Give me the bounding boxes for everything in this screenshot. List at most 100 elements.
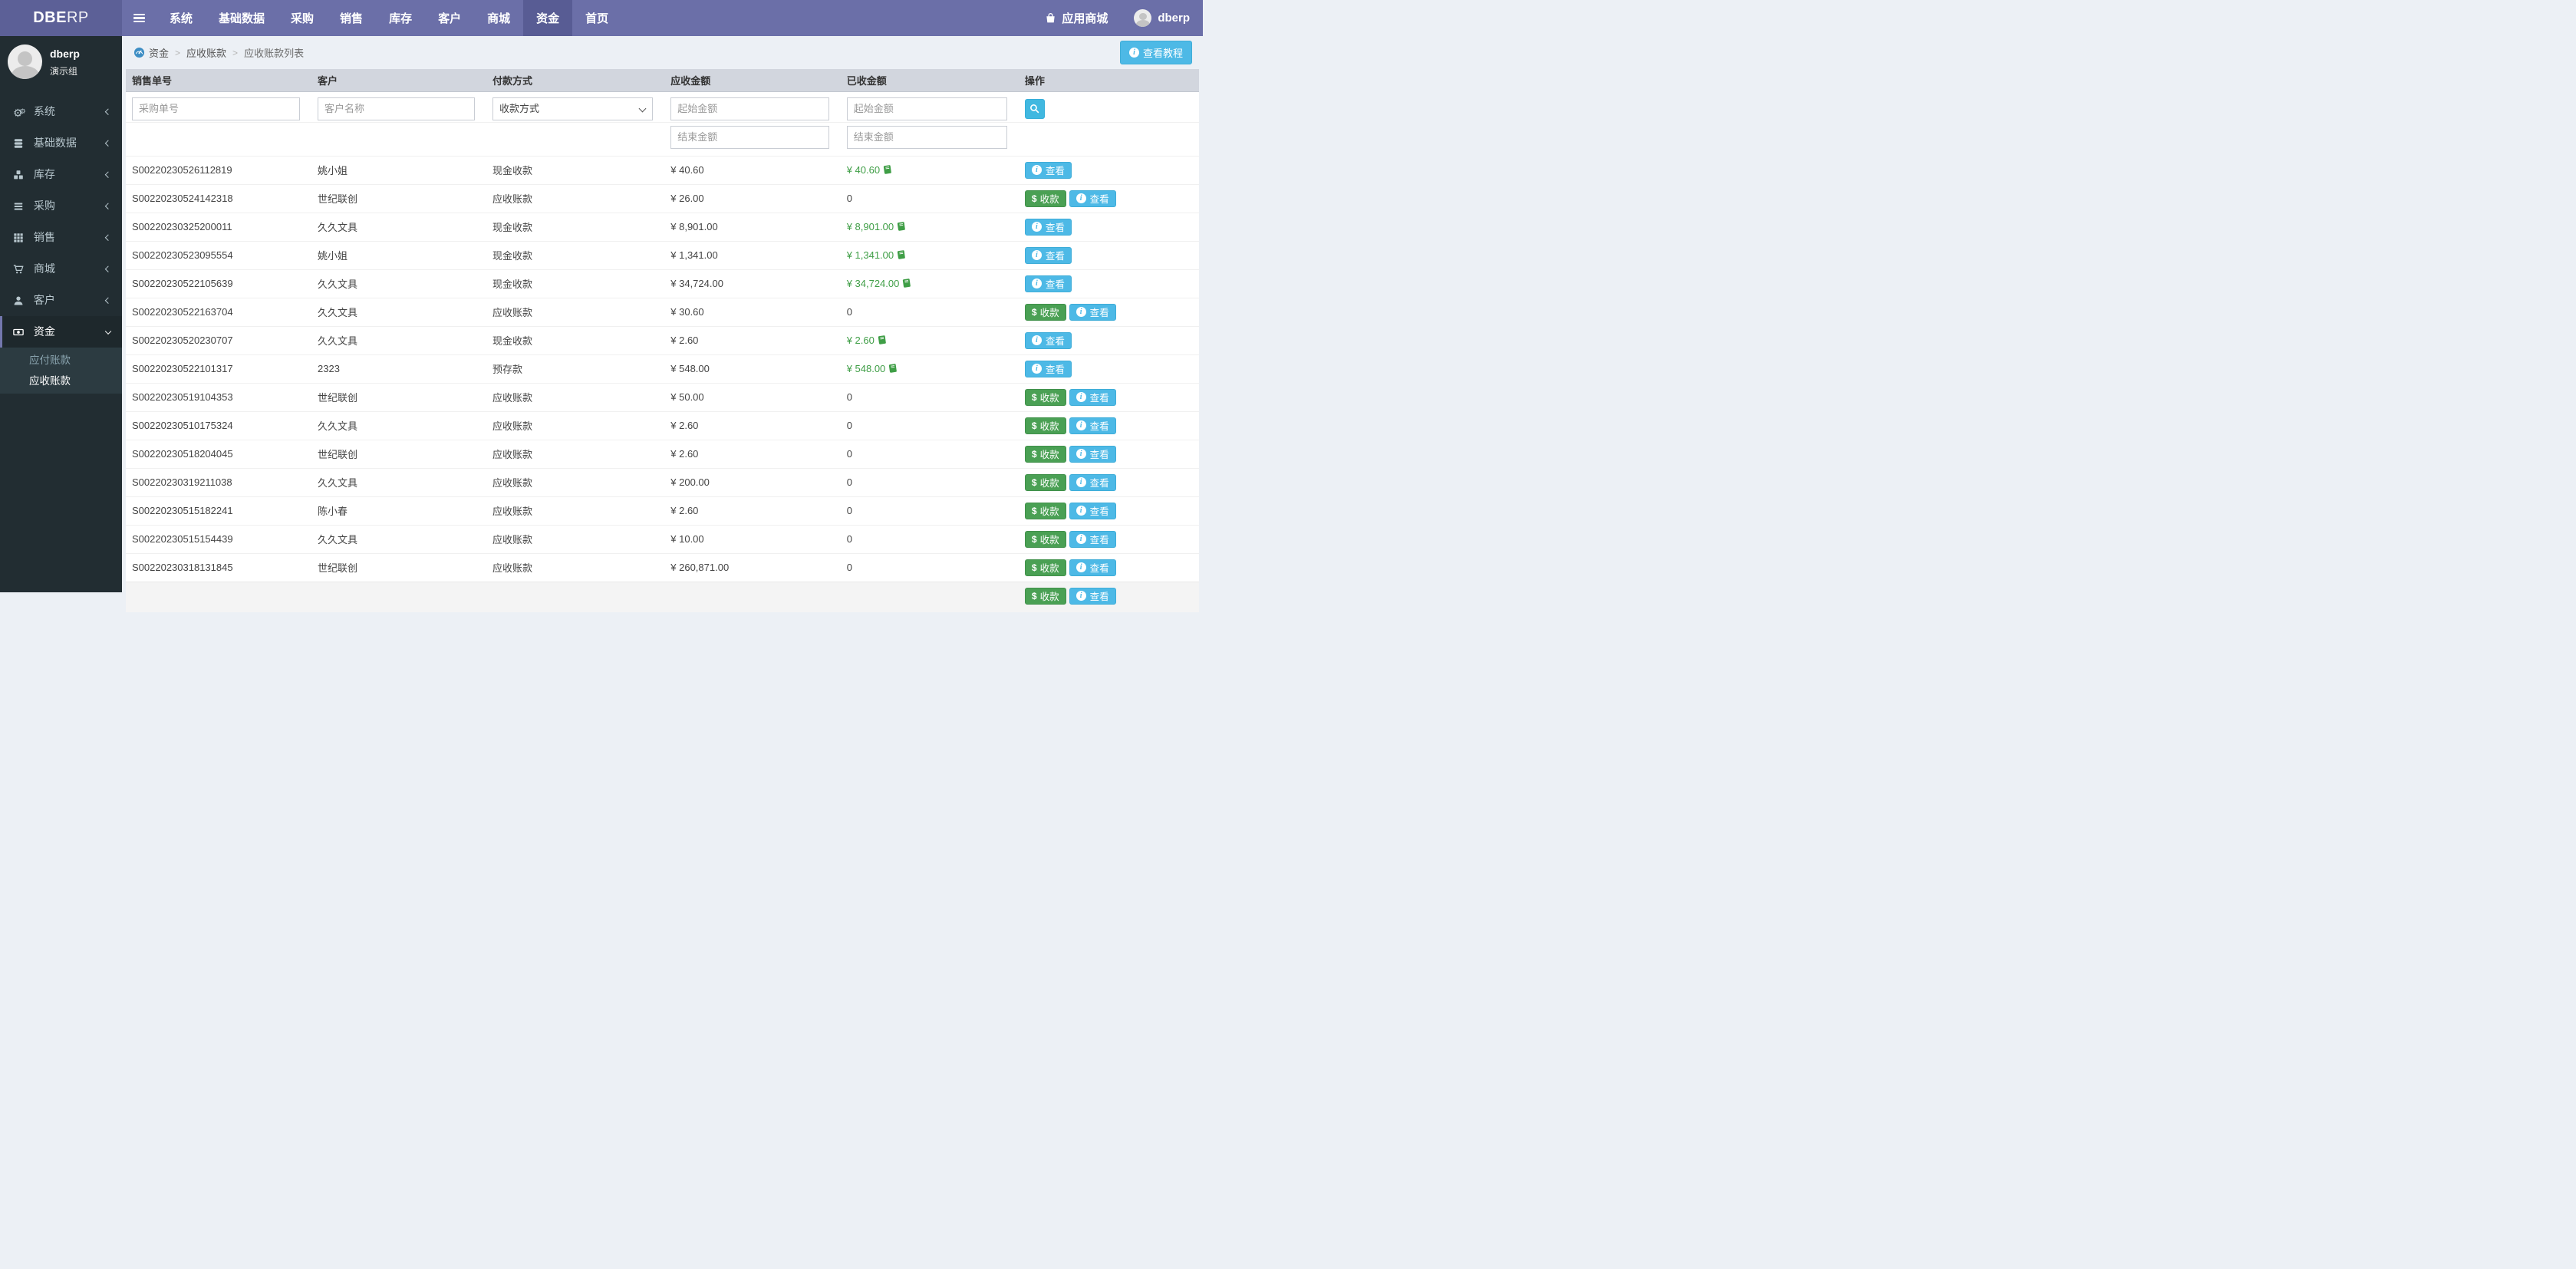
main-nav-menu: 系统基础数据采购销售库存客户商城资金首页 [156,0,621,36]
view-button[interactable]: i查看 [1069,559,1116,576]
received-end-amount-input[interactable] [847,126,1007,149]
chevron-left-icon [105,297,111,303]
sidebar-item-商城[interactable]: 商城 [0,253,122,285]
breadcrumb-item-funds[interactable]: 资金 [149,45,169,60]
sidebar-item-系统[interactable]: ⚙⚙ 系统 [0,96,122,127]
customer-cell: 世纪联创 [311,440,486,468]
sidebar-item-库存[interactable]: 库存 [0,159,122,190]
database-icon [13,128,31,160]
receive-button[interactable]: $收款 [1025,190,1066,207]
view-button[interactable]: i查看 [1069,474,1116,491]
order-cell: S00220230519104353 [126,383,311,411]
table-row: S00220230325200011 久久文具 现金收款 ¥ 8,901.00 … [126,213,1199,241]
customer-cell: 2323 [311,354,486,383]
receivable-cell: ¥ 30.60 [664,298,840,326]
receive-button[interactable]: $收款 [1025,588,1066,605]
receive-button[interactable]: $收款 [1025,446,1066,463]
received-amount: ¥ 34,724.00 [847,278,900,289]
brand-logo-bold: DBE [33,9,67,27]
info-icon: i [1076,477,1086,487]
receivable-cell: ¥ 34,724.00 [664,269,840,298]
sidebar-subitem-应付账款[interactable]: 应付账款 [0,350,122,371]
payment-cell: 应收账款 [486,383,664,411]
payment-cell: 预存款 [486,354,664,383]
table-row: $收款i查看 [126,582,1199,612]
receipt-book-icon [896,249,907,260]
receive-button[interactable]: $收款 [1025,559,1066,576]
breadcrumb-item-receivables[interactable]: 应收账款 [186,45,226,60]
receive-button[interactable]: $收款 [1025,417,1066,434]
view-button[interactable]: i查看 [1025,219,1072,236]
sidebar-item-基础数据[interactable]: 基础数据 [0,127,122,159]
nav-item-销售[interactable]: 销售 [327,0,376,36]
receive-button[interactable]: $收款 [1025,389,1066,406]
table-header-row: 销售单号 客户 付款方式 应收金额 已收金额 操作 [126,69,1199,91]
received-start-amount-input[interactable] [847,97,1007,120]
receivable-end-amount-input[interactable] [670,126,828,149]
dollar-icon: $ [1032,392,1037,403]
view-button[interactable]: i查看 [1069,446,1116,463]
view-button[interactable]: i查看 [1025,275,1072,292]
actions-cell: $收款i查看 [1019,440,1199,468]
nav-item-商城[interactable]: 商城 [474,0,523,36]
order-cell: S00220230522105639 [126,269,311,298]
nav-item-基础数据[interactable]: 基础数据 [206,0,278,36]
cubes-icon [13,160,31,191]
view-button[interactable]: i查看 [1069,588,1116,605]
user-menu[interactable]: dberp [1121,0,1203,36]
order-number-filter-input[interactable] [132,97,300,120]
view-button[interactable]: i查看 [1025,162,1072,179]
brand-logo[interactable]: DBERP [0,0,122,36]
nav-item-库存[interactable]: 库存 [376,0,425,36]
view-button[interactable]: i查看 [1069,190,1116,207]
view-button[interactable]: i查看 [1025,332,1072,349]
customer-name-filter-input[interactable] [318,97,475,120]
sidebar-item-客户[interactable]: 客户 [0,285,122,316]
received-cell: ¥ 548.00 [841,354,1019,383]
actions-cell: $收款i查看 [1019,468,1199,496]
hamburger-icon [133,12,145,25]
search-button[interactable] [1025,99,1045,119]
view-button[interactable]: i查看 [1025,361,1072,377]
receive-button[interactable]: $收款 [1025,531,1066,548]
payment-method-select[interactable]: 收款方式 [492,97,653,120]
nav-item-采购[interactable]: 采购 [278,0,327,36]
view-button[interactable]: i查看 [1069,417,1116,434]
actions-cell: i查看 [1019,269,1199,298]
grid-icon [13,222,31,254]
view-button[interactable]: i查看 [1069,389,1116,406]
view-button[interactable]: i查看 [1069,503,1116,519]
order-cell: S00220230523095554 [126,241,311,269]
sidebar-toggle-button[interactable] [122,0,156,36]
sidebar-item-资金[interactable]: 资金 [0,316,122,348]
received-cell: 0 [841,496,1019,525]
receivables-list-box: 销售单号 客户 付款方式 应收金额 已收金额 操作 收款方式 [126,69,1199,612]
top-navbar: DBERP 系统基础数据采购销售库存客户商城资金首页 应用商城 dberp [0,0,1203,36]
actions-cell: i查看 [1019,354,1199,383]
customer-cell: 久久文具 [311,525,486,553]
chevron-left-icon [105,108,111,114]
nav-item-系统[interactable]: 系统 [156,0,206,36]
sidebar-subitem-应收账款[interactable]: 应收账款 [0,371,122,391]
sidebar-user-group: 演示组 [50,64,80,77]
nav-item-资金[interactable]: 资金 [523,0,572,36]
actions-cell: $收款i查看 [1019,553,1199,582]
receive-button[interactable]: $收款 [1025,503,1066,519]
app-store-link[interactable]: 应用商城 [1032,0,1121,36]
view-button[interactable]: i查看 [1025,247,1072,264]
view-button[interactable]: i查看 [1069,531,1116,548]
sidebar-item-采购[interactable]: 采购 [0,190,122,222]
view-tutorial-button[interactable]: i查看教程 [1120,41,1192,64]
receive-button[interactable]: $收款 [1025,304,1066,321]
info-icon: i [1076,506,1086,516]
nav-item-首页[interactable]: 首页 [572,0,621,36]
nav-item-客户[interactable]: 客户 [425,0,474,36]
sidebar-item-销售[interactable]: 销售 [0,222,122,253]
receive-button[interactable]: $收款 [1025,474,1066,491]
received-cell: ¥ 2.60 [841,326,1019,354]
receivable-start-amount-input[interactable] [670,97,828,120]
table-body: 收款方式 S002 [126,91,1199,612]
order-cell [126,582,311,612]
view-button[interactable]: i查看 [1069,304,1116,321]
chevron-left-icon [105,265,111,272]
